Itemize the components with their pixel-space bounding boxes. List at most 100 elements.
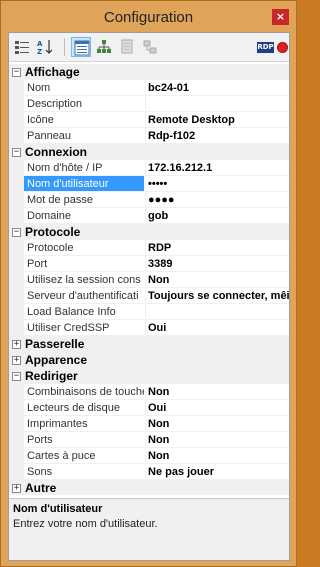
- category-row[interactable]: − Affichage: [9, 64, 289, 80]
- property-value[interactable]: Non: [145, 272, 289, 288]
- property-value[interactable]: 3389: [145, 256, 289, 272]
- network-tree-button[interactable]: [94, 37, 114, 57]
- row-margin: [9, 288, 24, 304]
- property-row[interactable]: Protocole RDP: [9, 240, 289, 256]
- row-margin: [9, 416, 24, 432]
- property-name[interactable]: Ports: [24, 432, 144, 448]
- category-row[interactable]: − Rediriger: [9, 368, 289, 384]
- collapse-toggle-icon[interactable]: −: [12, 372, 21, 381]
- property-name[interactable]: Combinaisons de touche: [24, 384, 144, 400]
- property-value[interactable]: bc24-01: [145, 80, 289, 96]
- category-row[interactable]: + Passerelle: [9, 336, 289, 352]
- property-row[interactable]: Cartes à puce Non: [9, 448, 289, 464]
- property-row[interactable]: Nom d'utilisateur •••••: [9, 176, 289, 192]
- property-row[interactable]: Utilisez la session cons Non: [9, 272, 289, 288]
- property-value[interactable]: Ne pas jouer: [145, 464, 289, 480]
- property-row[interactable]: Lecteurs de disque Oui: [9, 400, 289, 416]
- property-name[interactable]: Port: [24, 256, 144, 272]
- property-name[interactable]: Utilisez la session cons: [24, 272, 144, 288]
- property-value[interactable]: Remote Desktop: [145, 112, 289, 128]
- row-margin: [9, 208, 24, 224]
- property-value[interactable]: Oui: [145, 400, 289, 416]
- property-value[interactable]: [145, 96, 289, 112]
- property-row[interactable]: Panneau Rdp-f102: [9, 128, 289, 144]
- title-bar[interactable]: Configuration ×: [1, 1, 296, 32]
- property-value[interactable]: Rdp-f102: [145, 128, 289, 144]
- categorized-view-button[interactable]: [12, 37, 32, 57]
- property-value[interactable]: Non: [145, 384, 289, 400]
- expand-toggle-icon[interactable]: +: [12, 356, 21, 365]
- property-name[interactable]: Mot de passe: [24, 192, 144, 208]
- toolbar: A Z RDP: [9, 33, 289, 62]
- row-margin: [9, 192, 24, 208]
- category-row[interactable]: − Connexion: [9, 144, 289, 160]
- property-row[interactable]: Utiliser CredSSP Oui: [9, 320, 289, 336]
- property-row[interactable]: Mot de passe ●●●●: [9, 192, 289, 208]
- svg-text:A: A: [37, 40, 43, 48]
- property-row[interactable]: Imprimantes Non: [9, 416, 289, 432]
- property-row[interactable]: Ports Non: [9, 432, 289, 448]
- expand-toggle-icon[interactable]: +: [12, 484, 21, 493]
- category-row[interactable]: + Autre: [9, 480, 289, 495]
- toolbar-separator: [64, 38, 65, 56]
- category-row[interactable]: + Apparence: [9, 352, 289, 368]
- property-value[interactable]: 172.16.212.1: [145, 160, 289, 176]
- property-row[interactable]: Nom bc24-01: [9, 80, 289, 96]
- record-icon[interactable]: [277, 42, 288, 53]
- alphabetical-sort-button[interactable]: A Z: [35, 37, 55, 57]
- property-value[interactable]: Non: [145, 416, 289, 432]
- property-row[interactable]: Nom d'hôte / IP 172.16.212.1: [9, 160, 289, 176]
- row-margin: [9, 432, 24, 448]
- collapse-toggle-icon[interactable]: −: [12, 228, 21, 237]
- property-row[interactable]: Description: [9, 96, 289, 112]
- row-margin: [9, 80, 24, 96]
- expand-toggle-icon[interactable]: +: [12, 340, 21, 349]
- property-row[interactable]: Sons Ne pas jouer: [9, 464, 289, 480]
- collapse-toggle-icon[interactable]: −: [12, 68, 21, 77]
- category-row[interactable]: − Protocole: [9, 224, 289, 240]
- property-value[interactable]: RDP: [145, 240, 289, 256]
- row-margin: [9, 384, 24, 400]
- property-name[interactable]: Nom: [24, 80, 144, 96]
- property-name[interactable]: Protocole: [24, 240, 144, 256]
- property-value[interactable]: gob: [145, 208, 289, 224]
- close-button[interactable]: ×: [272, 9, 289, 25]
- category-label: Autre: [25, 481, 57, 495]
- property-name[interactable]: Nom d'utilisateur: [24, 176, 144, 192]
- network-sharing-button[interactable]: [140, 37, 160, 57]
- host-list-button[interactable]: [117, 37, 137, 57]
- property-name[interactable]: Domaine: [24, 208, 144, 224]
- property-name[interactable]: Panneau: [24, 128, 144, 144]
- rdp-icon[interactable]: RDP: [257, 42, 274, 53]
- row-margin: [9, 160, 24, 176]
- property-row[interactable]: Icône Remote Desktop: [9, 112, 289, 128]
- property-value[interactable]: ●●●●: [145, 192, 289, 208]
- property-name[interactable]: Utiliser CredSSP: [24, 320, 144, 336]
- property-value[interactable]: Non: [145, 448, 289, 464]
- category-label: Affichage: [25, 65, 80, 79]
- property-name[interactable]: Lecteurs de disque: [24, 400, 144, 416]
- property-name[interactable]: Load Balance Info: [24, 304, 144, 320]
- property-row[interactable]: Port 3389: [9, 256, 289, 272]
- property-value[interactable]: Oui: [145, 320, 289, 336]
- property-value[interactable]: •••••: [145, 176, 289, 192]
- property-row[interactable]: Domaine gob: [9, 208, 289, 224]
- collapse-toggle-icon[interactable]: −: [12, 148, 21, 157]
- property-name[interactable]: Serveur d'authentificati: [24, 288, 144, 304]
- property-name[interactable]: Nom d'hôte / IP: [24, 160, 144, 176]
- property-name[interactable]: Icône: [24, 112, 144, 128]
- property-row[interactable]: Load Balance Info: [9, 304, 289, 320]
- property-name[interactable]: Imprimantes: [24, 416, 144, 432]
- property-name[interactable]: Cartes à puce: [24, 448, 144, 464]
- property-value[interactable]: [145, 304, 289, 320]
- property-row[interactable]: Combinaisons de touche Non: [9, 384, 289, 400]
- property-name[interactable]: Description: [24, 96, 144, 112]
- property-row[interactable]: Serveur d'authentificati Toujours se conn…: [9, 288, 289, 304]
- property-value[interactable]: Toujours se connecter, mêi: [145, 288, 289, 304]
- row-margin: [9, 256, 24, 272]
- property-pages-button[interactable]: [71, 37, 91, 57]
- property-name[interactable]: Sons: [24, 464, 144, 480]
- row-margin: [9, 176, 24, 192]
- property-value[interactable]: Non: [145, 432, 289, 448]
- row-margin: [9, 240, 24, 256]
